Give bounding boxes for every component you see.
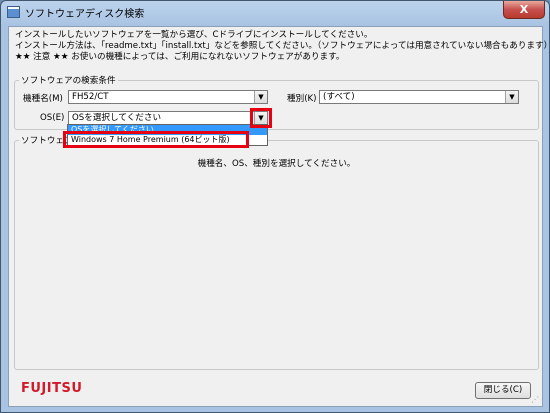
- chevron-down-icon: ▼: [258, 93, 264, 101]
- window-close-button[interactable]: X: [503, 1, 545, 19]
- os-label: OS(E): [40, 113, 65, 123]
- close-button[interactable]: 閉じる(C): [475, 382, 531, 399]
- fujitsu-logo: FUJITSU: [21, 381, 83, 396]
- type-select[interactable]: (すべて) ▼: [319, 90, 519, 104]
- intro-line-3: ★★ 注意 ★★ お使いの機種によっては、ご利用になれないソフトウェアがあります…: [15, 52, 345, 62]
- client-area: インストールしたいソフトウェアを一覧から選び、Cドライブにインストールしてくださ…: [8, 26, 550, 407]
- title-bar[interactable]: ソフトウェアディスク検索 X: [1, 1, 549, 23]
- main-window: ソフトウェアディスク検索 X インストールしたいソフトウェアを一覧から選び、Cド…: [0, 0, 550, 413]
- type-value: (すべて): [323, 92, 355, 102]
- resize-grip-icon[interactable]: ⋰: [531, 395, 541, 405]
- window-title: ソフトウェアディスク検索: [25, 9, 145, 20]
- search-conditions-title: ソフトウェアの検索条件: [19, 74, 118, 86]
- intro-line-1: インストールしたいソフトウェアを一覧から選び、Cドライブにインストールしてくださ…: [15, 30, 373, 40]
- software-message: 機種名、OS、種別を選択してください。: [197, 159, 356, 169]
- os-select[interactable]: OSを選択してください ▼: [68, 111, 268, 125]
- highlight-dropdown-button: [250, 108, 272, 128]
- highlight-win7-option: [63, 131, 249, 148]
- chevron-down-icon: ▼: [509, 93, 515, 101]
- software-group: ソフトウェア 機種名、OS、種別を選択してください。: [14, 134, 539, 370]
- type-dropdown-button[interactable]: ▼: [505, 91, 518, 103]
- model-label: 機種名(M): [23, 94, 63, 104]
- intro-text: インストールしたいソフトウェアを一覧から選び、Cドライブにインストールしてくださ…: [15, 30, 550, 63]
- intro-line-2: インストール方法は、「readme.txt」「install.txt」などを参照…: [15, 41, 550, 51]
- type-label: 種別(K): [287, 94, 317, 104]
- model-dropdown-button[interactable]: ▼: [254, 91, 267, 103]
- app-icon: [7, 6, 20, 18]
- os-value: OSを選択してください: [72, 113, 162, 123]
- model-value: FH52/CT: [72, 92, 109, 102]
- model-select[interactable]: FH52/CT ▼: [68, 90, 268, 104]
